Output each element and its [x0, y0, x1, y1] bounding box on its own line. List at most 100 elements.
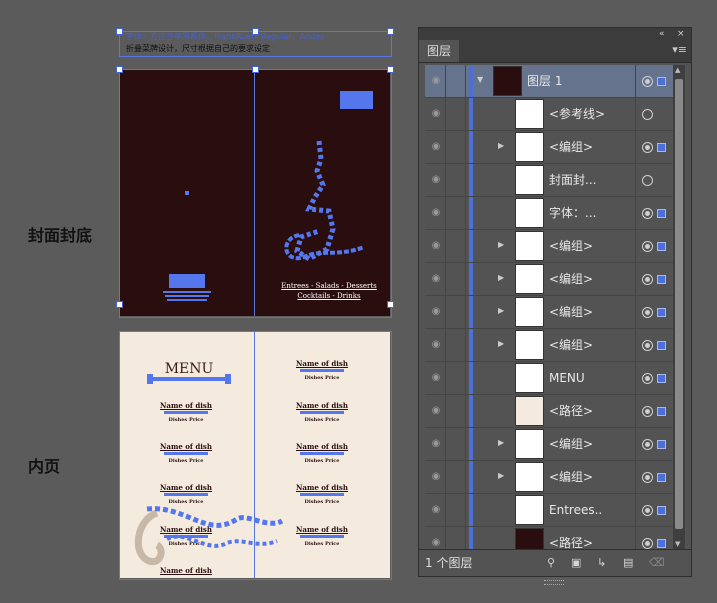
- visibility-eye-icon[interactable]: ◉: [429, 471, 443, 483]
- layer-name[interactable]: <路径>: [549, 395, 593, 427]
- selected-art-indicator[interactable]: [657, 275, 666, 284]
- visibility-eye-icon[interactable]: ◉: [429, 537, 443, 549]
- layer-row[interactable]: ◉ <路径>: [425, 395, 673, 428]
- layer-row[interactable]: ◉ ▶ <编组>: [425, 263, 673, 296]
- target-icon[interactable]: [642, 439, 653, 450]
- selected-art-indicator[interactable]: [657, 209, 666, 218]
- layer-row[interactable]: ◉ 封面封...: [425, 164, 673, 197]
- layer-row[interactable]: ◉ ▶ <编组>: [425, 329, 673, 362]
- layer-row[interactable]: ◉ ▶ <编组>: [425, 296, 673, 329]
- layer-name[interactable]: 字体：...: [549, 197, 596, 229]
- visibility-eye-icon[interactable]: ◉: [429, 504, 443, 516]
- visibility-eye-icon[interactable]: ◉: [429, 207, 443, 219]
- layer-name[interactable]: Entrees..: [549, 494, 602, 526]
- handle[interactable]: [252, 28, 259, 35]
- collapsed-arrow-icon[interactable]: ▶: [498, 306, 504, 315]
- target-icon[interactable]: [642, 505, 653, 516]
- layer-name[interactable]: <编组>: [549, 131, 593, 163]
- selected-art-indicator[interactable]: [657, 308, 666, 317]
- visibility-eye-icon[interactable]: ◉: [429, 273, 443, 285]
- selected-art-indicator[interactable]: [657, 77, 666, 86]
- handle[interactable]: [387, 28, 394, 35]
- target-icon[interactable]: [642, 472, 653, 483]
- target-icon[interactable]: [642, 274, 653, 285]
- layer-name[interactable]: <参考线>: [549, 98, 605, 130]
- handle[interactable]: [116, 66, 123, 73]
- layer-row[interactable]: ◉ ▼ 图层 1: [425, 65, 673, 98]
- layer-name[interactable]: <编组>: [549, 263, 593, 295]
- target-icon[interactable]: [642, 373, 653, 384]
- visibility-eye-icon[interactable]: ◉: [429, 438, 443, 450]
- target-icon[interactable]: [642, 76, 653, 87]
- target-icon[interactable]: [642, 307, 653, 318]
- visibility-eye-icon[interactable]: ◉: [429, 174, 443, 186]
- collapsed-arrow-icon[interactable]: ▶: [498, 438, 504, 447]
- handle[interactable]: [387, 66, 394, 73]
- selected-art-indicator[interactable]: [657, 506, 666, 515]
- selected-art-indicator[interactable]: [657, 242, 666, 251]
- scrollbar-thumb[interactable]: [675, 79, 683, 529]
- handle[interactable]: [387, 301, 394, 308]
- selected-art-indicator[interactable]: [657, 407, 666, 416]
- layer-row[interactable]: ◉ MENU: [425, 362, 673, 395]
- target-icon[interactable]: [642, 208, 653, 219]
- collapsed-arrow-icon[interactable]: ▶: [498, 240, 504, 249]
- target-icon[interactable]: [642, 538, 653, 549]
- handle[interactable]: [116, 28, 123, 35]
- layer-row[interactable]: ◉ 字体：...: [425, 197, 673, 230]
- panel-menu-icon[interactable]: ▾≡: [672, 43, 687, 56]
- search-icon[interactable]: ⚲: [547, 556, 555, 569]
- double-chevron-icon[interactable]: «: [659, 28, 665, 40]
- selected-art-indicator[interactable]: [657, 473, 666, 482]
- handle[interactable]: [116, 301, 123, 308]
- visibility-eye-icon[interactable]: ◉: [429, 108, 443, 120]
- layer-row[interactable]: ◉ ▶ <编组>: [425, 461, 673, 494]
- handle[interactable]: [252, 66, 259, 73]
- selected-art-indicator[interactable]: [657, 539, 666, 548]
- visibility-eye-icon[interactable]: ◉: [429, 339, 443, 351]
- selected-art-indicator[interactable]: [657, 143, 666, 152]
- collapsed-arrow-icon[interactable]: ▶: [498, 273, 504, 282]
- new-sublayer-icon[interactable]: ↳: [597, 556, 606, 569]
- selected-art-indicator[interactable]: [657, 374, 666, 383]
- target-icon[interactable]: [642, 340, 653, 351]
- selected-art-indicator[interactable]: [657, 440, 666, 449]
- visibility-eye-icon[interactable]: ◉: [429, 306, 443, 318]
- new-layer-icon[interactable]: ▤: [623, 556, 633, 569]
- target-icon[interactable]: [642, 406, 653, 417]
- layer-name[interactable]: <编组>: [549, 230, 593, 262]
- layer-row[interactable]: ◉ ▶ <编组>: [425, 230, 673, 263]
- layer-name[interactable]: 图层 1: [527, 65, 562, 97]
- target-icon[interactable]: [642, 241, 653, 252]
- layer-name[interactable]: <编组>: [549, 461, 593, 493]
- expanded-arrow-icon[interactable]: ▼: [477, 75, 483, 84]
- layer-row[interactable]: ◉ ▶ <编组>: [425, 131, 673, 164]
- visibility-eye-icon[interactable]: ◉: [429, 141, 443, 153]
- visibility-eye-icon[interactable]: ◉: [429, 240, 443, 252]
- close-icon[interactable]: ×: [677, 28, 685, 40]
- scroll-down-icon[interactable]: ▼: [675, 540, 680, 548]
- layer-name[interactable]: <编组>: [549, 329, 593, 361]
- collapsed-arrow-icon[interactable]: ▶: [498, 141, 504, 150]
- collapsed-arrow-icon[interactable]: ▶: [498, 339, 504, 348]
- layer-row[interactable]: ◉ <参考线>: [425, 98, 673, 131]
- layer-row[interactable]: ◉ ▶ <编组>: [425, 428, 673, 461]
- visibility-eye-icon[interactable]: ◉: [429, 75, 443, 87]
- target-icon[interactable]: [642, 175, 653, 186]
- layer-name[interactable]: 封面封...: [549, 164, 596, 196]
- trash-icon[interactable]: ⌫: [649, 556, 665, 569]
- visibility-eye-icon[interactable]: ◉: [429, 405, 443, 417]
- target-icon[interactable]: [642, 109, 653, 120]
- layer-row[interactable]: ◉ <路径>: [425, 527, 673, 549]
- layer-name[interactable]: MENU: [549, 362, 585, 394]
- target-icon[interactable]: [642, 142, 653, 153]
- layer-name[interactable]: <编组>: [549, 296, 593, 328]
- layer-row[interactable]: ◉ Entrees..: [425, 494, 673, 527]
- make-clipping-mask-icon[interactable]: ▣: [571, 556, 581, 569]
- layer-name[interactable]: <编组>: [549, 428, 593, 460]
- visibility-eye-icon[interactable]: ◉: [429, 372, 443, 384]
- tab-layers[interactable]: 图层: [419, 40, 460, 62]
- scroll-up-icon[interactable]: ▲: [675, 66, 680, 74]
- collapsed-arrow-icon[interactable]: ▶: [498, 471, 504, 480]
- selected-art-indicator[interactable]: [657, 341, 666, 350]
